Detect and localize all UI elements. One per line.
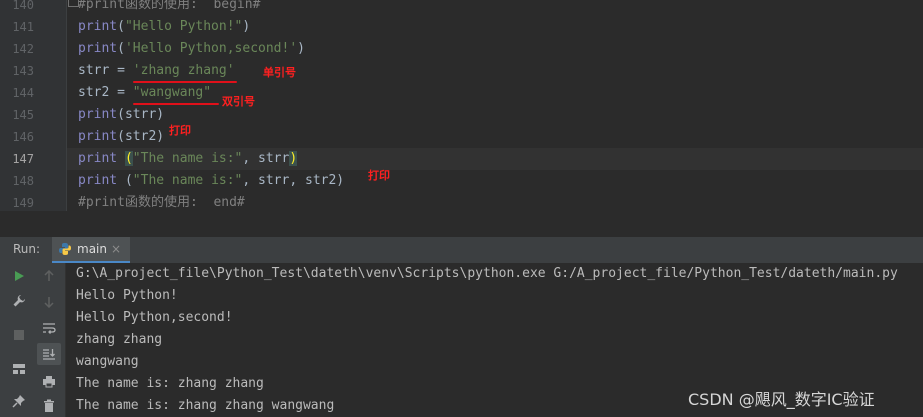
scroll-to-end-button[interactable] [37,343,61,365]
line-number: 149 [12,196,34,210]
stop-icon [14,330,24,340]
line-number: 146 [12,130,34,144]
annotation-single-quote: 单引号 [263,66,296,79]
layout-button[interactable] [7,358,31,380]
trash-icon [44,399,54,412]
line-number: 140 [12,0,34,12]
variable-str2: str2 [78,85,110,100]
red-underline-annotation [133,81,237,83]
console-output-line: wangwang [76,354,139,369]
builtin-print: print [78,41,118,56]
watermark: CSDN @飓风_数字IC验证 [688,390,875,409]
wrench-icon [13,295,25,307]
next-occurrence-button[interactable] [37,291,61,313]
string-literal: 'zhang zhang' [132,63,235,78]
console-output-line: The name is: zhang zhang [76,376,264,391]
string-literal: "The name is:" [132,151,243,166]
assign-operator: = [109,85,133,100]
variable-strr: strr [78,63,110,78]
run-toolbar-primary [5,263,33,417]
print-icon [43,375,55,387]
code-line-145[interactable]: print(strr) [78,104,164,126]
builtin-print: print [78,19,118,34]
annotation-print: 打印 [368,169,390,182]
call-args: (strr) [117,107,165,122]
line-number: 148 [12,174,34,188]
console-output-line: zhang zhang [76,332,163,347]
string-literal: "The name is:" [132,173,243,188]
soft-wrap-icon [43,323,56,334]
down-arrow-icon [44,297,54,308]
gutter-divider [66,0,67,211]
line-number: 142 [12,42,34,56]
console-output-line: Hello Python! [76,288,178,303]
rerun-button[interactable] [7,265,31,287]
builtin-print: print [78,129,118,144]
run-toolbar-secondary [33,263,66,417]
run-label: Run: [13,242,41,256]
up-arrow-icon [44,270,54,281]
console-output-line: Hello Python,second! [76,310,233,325]
pin-tab-button[interactable] [7,390,31,412]
layout-icon [13,364,25,374]
matched-paren: ) [289,151,298,166]
line-number: 141 [12,20,34,34]
call-args: (str2) [117,129,165,144]
code-line-149[interactable]: #print函数的使用: end# [78,192,245,211]
code-line-140[interactable]: #print函数的使用: begin# [78,0,260,16]
builtin-print: print [78,173,118,188]
console-output-line: G:\A_project_file\Python_Test\dateth\ven… [76,266,898,281]
soft-wrap-button[interactable] [37,317,61,339]
line-number: 143 [12,64,34,78]
string-literal: "Hello Python!" [124,19,243,34]
builtin-print: print [78,151,118,166]
code-line-147[interactable]: print ("The name is:", strr) [78,148,298,170]
builtin-print: print [78,107,118,122]
line-number-gutter: 140 141 142 143 144 145 146 147 148 149 [0,0,66,211]
modify-config-button[interactable] [7,290,31,312]
scroll-to-end-icon [43,349,55,360]
code-line-143[interactable]: strr = 'zhang zhang' [78,60,235,82]
string-literal: 'Hello Python,second!' [124,41,298,56]
clear-all-button[interactable] [37,395,61,417]
call-args: , strr, str2) [242,173,345,188]
paren: ( [117,41,125,56]
run-tool-window-header: Run: main × [0,236,923,263]
annotation-print: 打印 [169,124,191,137]
code-line-148[interactable]: print ("The name is:", strr, str2) [78,170,344,192]
code-editor[interactable]: 140 141 142 143 144 145 146 147 148 149 … [0,0,923,211]
red-underline-annotation [133,103,219,105]
code-line-144[interactable]: str2 = "wangwang" [78,82,211,104]
print-button[interactable] [37,370,61,392]
close-icon[interactable]: × [111,242,121,256]
run-icon [15,271,24,281]
paren: ( [124,173,133,188]
matched-paren: ( [124,151,133,166]
line-number: 145 [12,108,34,122]
python-icon [59,243,71,255]
line-number-current: 147 [12,152,34,166]
paren: ) [242,19,251,34]
assign-operator: = [109,63,133,78]
call-args: , strr [242,151,290,166]
string-literal: "wangwang" [132,85,212,100]
code-line-142[interactable]: print('Hello Python,second!') [78,38,305,60]
annotation-double-quote: 双引号 [222,95,255,108]
stop-button[interactable] [7,324,31,346]
paren: ( [117,19,125,34]
paren: ) [297,41,305,56]
console-output-line: The name is: zhang zhang wangwang [76,398,335,413]
code-line-146[interactable]: print(str2) [78,126,164,148]
pin-icon [12,395,25,408]
line-number: 144 [12,86,34,100]
run-tab-label: main [77,242,107,256]
run-tab-main[interactable]: main × [52,237,130,263]
previous-occurrence-button[interactable] [37,265,61,287]
code-line-141[interactable]: print("Hello Python!") [78,16,250,38]
